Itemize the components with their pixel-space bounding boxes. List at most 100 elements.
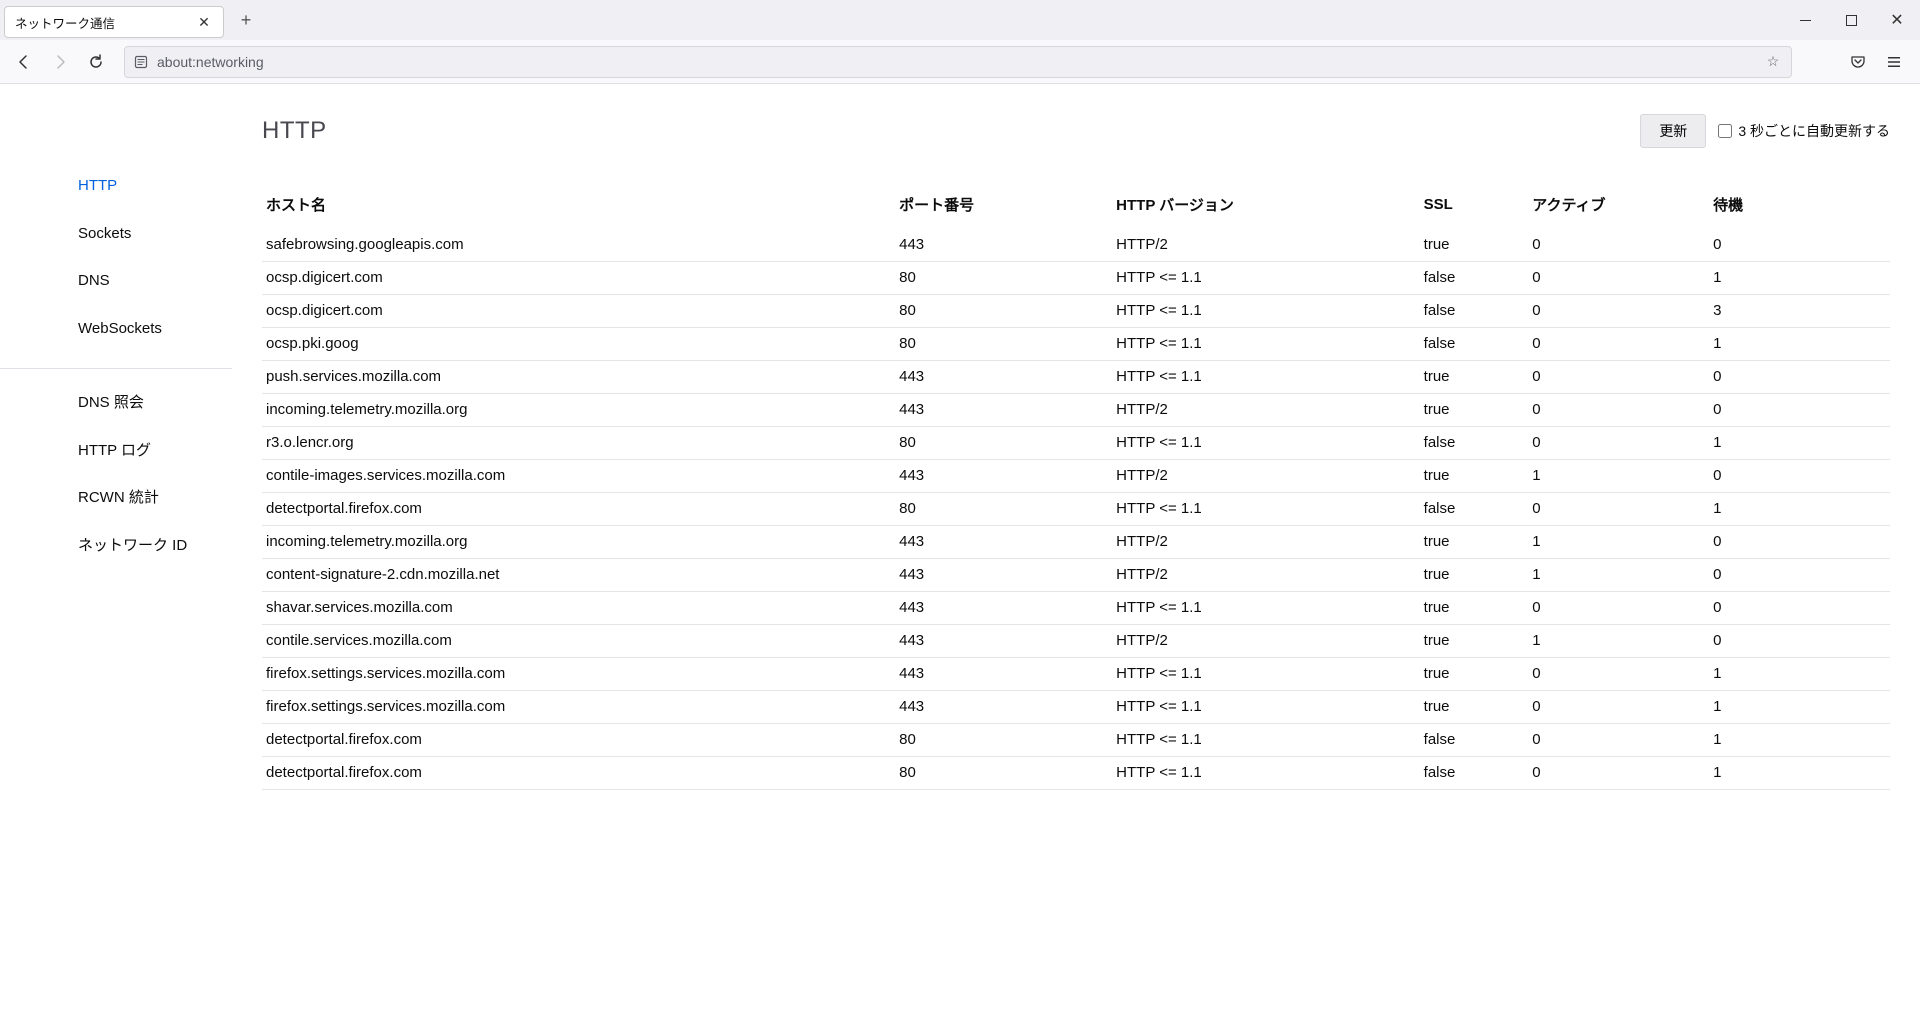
table-row: ocsp.digicert.com80HTTP <= 1.1false01 <box>262 262 1890 295</box>
cell-host: firefox.settings.services.mozilla.com <box>262 658 895 691</box>
cell-active: 1 <box>1528 460 1709 493</box>
table-row: contile.services.mozilla.com443HTTP/2tru… <box>262 625 1890 658</box>
table-row: safebrowsing.googleapis.com443HTTP/2true… <box>262 229 1890 262</box>
cell-active: 0 <box>1528 757 1709 790</box>
cell-host: ocsp.digicert.com <box>262 295 895 328</box>
cell-host: detectportal.firefox.com <box>262 724 895 757</box>
app-menu-button[interactable] <box>1878 46 1910 78</box>
url-text: about:networking <box>157 54 264 70</box>
cell-ssl: true <box>1420 658 1529 691</box>
cell-port: 443 <box>895 658 1112 691</box>
cell-idle: 0 <box>1709 394 1890 427</box>
cell-host: ocsp.digicert.com <box>262 262 895 295</box>
col-hostname: ホスト名 <box>262 188 895 229</box>
sidebar-item[interactable]: ネットワーク ID <box>0 522 232 570</box>
cell-port: 443 <box>895 361 1112 394</box>
cell-version: HTTP <= 1.1 <box>1112 724 1420 757</box>
cell-host: detectportal.firefox.com <box>262 757 895 790</box>
cell-port: 80 <box>895 328 1112 361</box>
cell-host: contile.services.mozilla.com <box>262 625 895 658</box>
table-row: r3.o.lencr.org80HTTP <= 1.1false01 <box>262 427 1890 460</box>
browser-tab[interactable]: ネットワーク通信 ✕ <box>4 6 224 38</box>
window-minimize-button[interactable] <box>1782 0 1828 40</box>
cell-version: HTTP/2 <box>1112 625 1420 658</box>
cell-port: 80 <box>895 724 1112 757</box>
sidebar-item[interactable]: Sockets <box>0 210 232 258</box>
sidebar-group-secondary: DNS 照会HTTP ログRCWN 統計ネットワーク ID <box>0 368 232 579</box>
back-button[interactable] <box>8 46 40 78</box>
cell-active: 0 <box>1528 295 1709 328</box>
table-row: detectportal.firefox.com80HTTP <= 1.1fal… <box>262 724 1890 757</box>
sidebar: HTTPSocketsDNSWebSockets DNS 照会HTTP ログRC… <box>0 84 232 1022</box>
cell-active: 1 <box>1528 526 1709 559</box>
window-close-button[interactable]: ✕ <box>1874 0 1920 40</box>
cell-version: HTTP <= 1.1 <box>1112 361 1420 394</box>
sidebar-item[interactable]: WebSockets <box>0 305 232 353</box>
cell-ssl: true <box>1420 625 1529 658</box>
cell-port: 443 <box>895 460 1112 493</box>
sidebar-item[interactable]: RCWN 統計 <box>0 474 232 522</box>
tab-strip: ネットワーク通信 ✕ + ✕ <box>0 0 1920 40</box>
cell-active: 0 <box>1528 229 1709 262</box>
cell-port: 443 <box>895 592 1112 625</box>
cell-port: 443 <box>895 229 1112 262</box>
tab-title: ネットワーク通信 <box>15 13 115 32</box>
table-row: ocsp.digicert.com80HTTP <= 1.1false03 <box>262 295 1890 328</box>
close-tab-icon[interactable]: ✕ <box>195 13 213 31</box>
url-bar[interactable]: about:networking ☆ <box>124 46 1792 78</box>
toolbar-right <box>1842 46 1910 78</box>
sidebar-item[interactable]: DNS <box>0 257 232 305</box>
cell-port: 80 <box>895 262 1112 295</box>
cell-idle: 1 <box>1709 262 1890 295</box>
cell-version: HTTP <= 1.1 <box>1112 328 1420 361</box>
cell-version: HTTP <= 1.1 <box>1112 262 1420 295</box>
reload-icon <box>88 54 104 70</box>
cell-host: detectportal.firefox.com <box>262 493 895 526</box>
cell-idle: 0 <box>1709 559 1890 592</box>
cell-idle: 1 <box>1709 658 1890 691</box>
cell-ssl: false <box>1420 262 1529 295</box>
cell-version: HTTP/2 <box>1112 526 1420 559</box>
cell-idle: 0 <box>1709 460 1890 493</box>
cell-active: 0 <box>1528 361 1709 394</box>
cell-ssl: false <box>1420 295 1529 328</box>
auto-refresh-checkbox[interactable] <box>1718 124 1732 138</box>
cell-idle: 1 <box>1709 724 1890 757</box>
cell-port: 80 <box>895 427 1112 460</box>
cell-ssl: true <box>1420 592 1529 625</box>
page-title: HTTP <box>262 117 327 145</box>
hamburger-icon <box>1886 54 1902 70</box>
table-row: shavar.services.mozilla.com443HTTP <= 1.… <box>262 592 1890 625</box>
table-row: push.services.mozilla.com443HTTP <= 1.1t… <box>262 361 1890 394</box>
cell-ssl: true <box>1420 361 1529 394</box>
cell-port: 443 <box>895 625 1112 658</box>
cell-active: 1 <box>1528 625 1709 658</box>
auto-refresh-control[interactable]: 3 秒ごとに自動更新する <box>1718 121 1890 141</box>
sidebar-item[interactable]: DNS 照会 <box>0 379 232 427</box>
table-row: ocsp.pki.goog80HTTP <= 1.1false01 <box>262 328 1890 361</box>
pocket-button[interactable] <box>1842 46 1874 78</box>
sidebar-item[interactable]: HTTP <box>0 162 232 210</box>
http-connections-table: ホスト名 ポート番号 HTTP バージョン SSL アクティブ 待機 safeb… <box>262 188 1890 790</box>
cell-active: 0 <box>1528 724 1709 757</box>
window-maximize-button[interactable] <box>1828 0 1874 40</box>
cell-ssl: false <box>1420 724 1529 757</box>
cell-host: shavar.services.mozilla.com <box>262 592 895 625</box>
bookmark-star-button[interactable]: ☆ <box>1763 52 1783 72</box>
cell-version: HTTP/2 <box>1112 460 1420 493</box>
new-tab-button[interactable]: + <box>232 6 260 34</box>
cell-ssl: true <box>1420 394 1529 427</box>
cell-ssl: true <box>1420 229 1529 262</box>
cell-version: HTTP/2 <box>1112 229 1420 262</box>
cell-host: firefox.settings.services.mozilla.com <box>262 691 895 724</box>
sidebar-item[interactable]: HTTP ログ <box>0 427 232 475</box>
refresh-button[interactable]: 更新 <box>1640 114 1706 148</box>
cell-version: HTTP/2 <box>1112 394 1420 427</box>
cell-ssl: false <box>1420 493 1529 526</box>
cell-idle: 3 <box>1709 295 1890 328</box>
cell-version: HTTP/2 <box>1112 559 1420 592</box>
reload-button[interactable] <box>80 46 112 78</box>
cell-version: HTTP <= 1.1 <box>1112 658 1420 691</box>
table-row: contile-images.services.mozilla.com443HT… <box>262 460 1890 493</box>
table-row: firefox.settings.services.mozilla.com443… <box>262 691 1890 724</box>
